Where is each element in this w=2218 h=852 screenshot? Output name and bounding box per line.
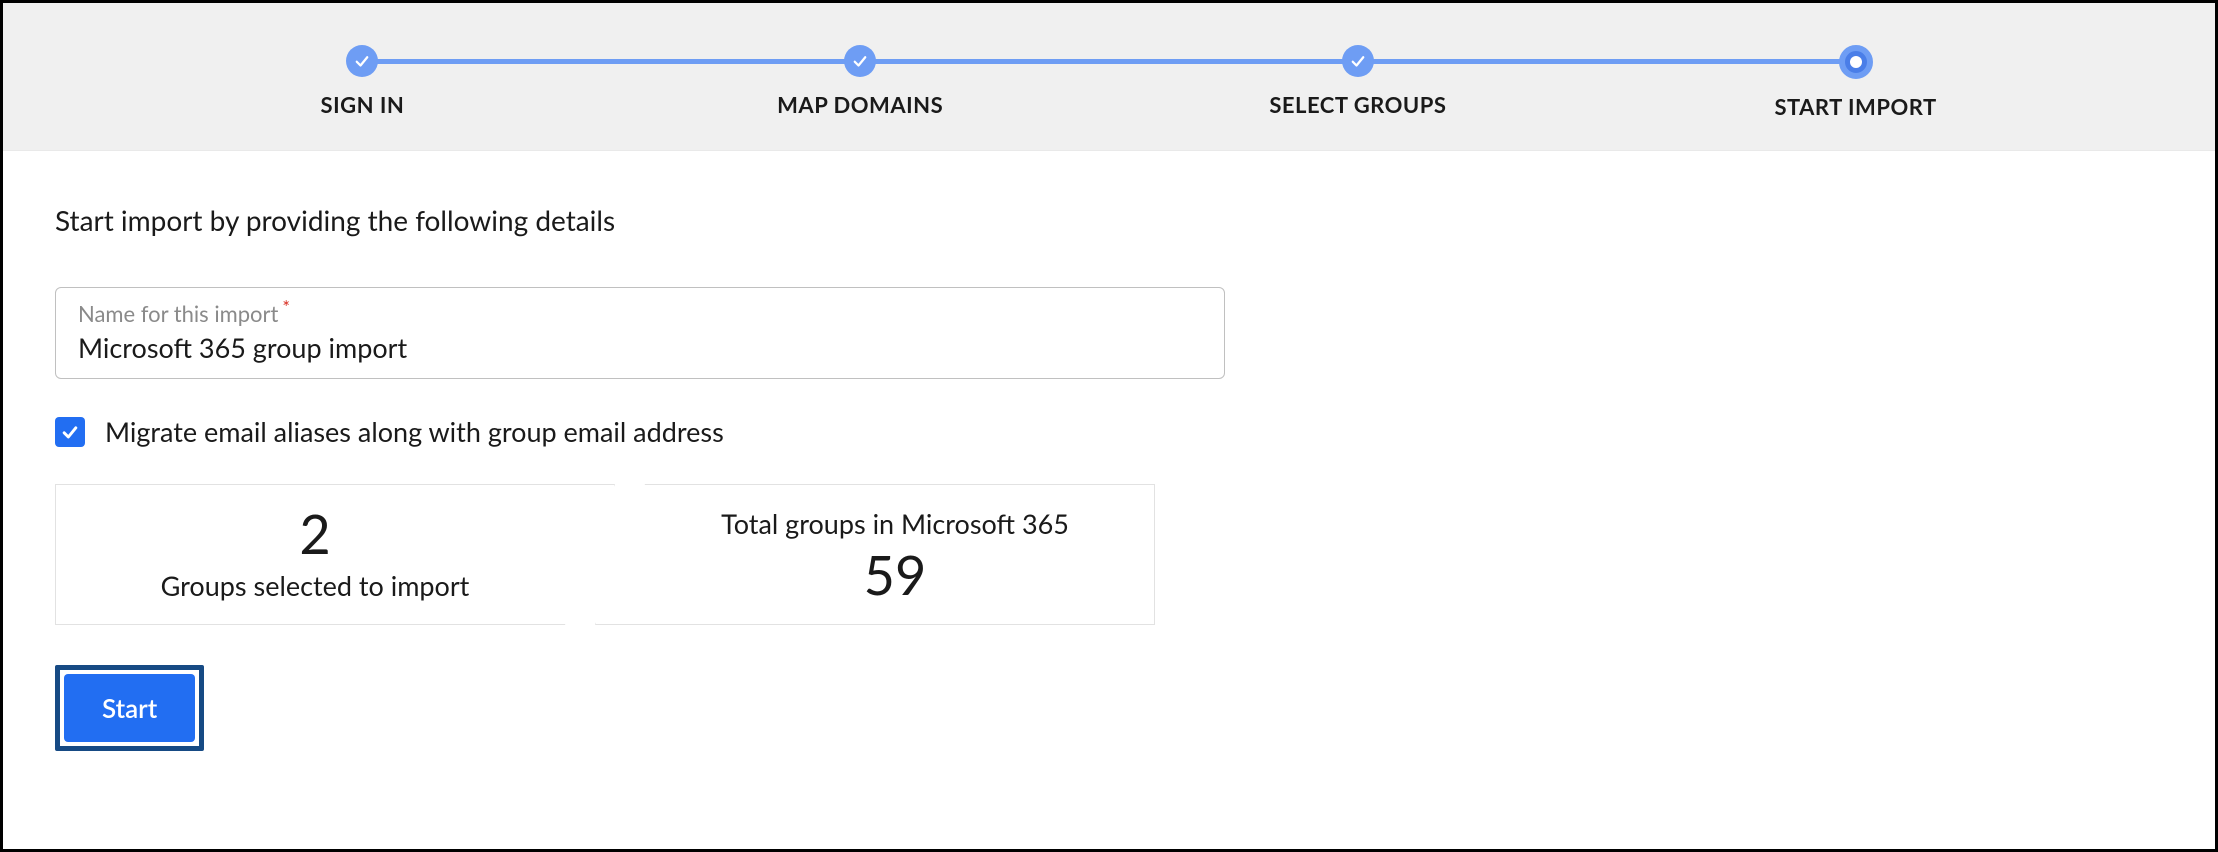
total-groups-label: Total groups in Microsoft 365 bbox=[721, 507, 1069, 540]
migrate-aliases-label: Migrate email aliases along with group e… bbox=[105, 415, 724, 448]
selected-groups-card: 2 Groups selected to import bbox=[55, 484, 615, 625]
stepper-inner: SIGN IN MAP DOMAINS SELECT GROUPS START … bbox=[114, 45, 2105, 120]
import-name-label: Name for this import * bbox=[78, 300, 1202, 327]
check-icon bbox=[60, 422, 80, 442]
required-asterisk: * bbox=[282, 300, 290, 314]
step-map-domains[interactable]: MAP DOMAINS bbox=[611, 45, 1109, 118]
import-wizard-window: SIGN IN MAP DOMAINS SELECT GROUPS START … bbox=[0, 0, 2218, 852]
start-button[interactable]: Start bbox=[64, 674, 195, 742]
step-label: START IMPORT bbox=[1774, 93, 1936, 120]
instruction-text: Start import by providing the following … bbox=[55, 203, 2163, 237]
step-label: SELECT GROUPS bbox=[1269, 91, 1446, 118]
check-circle-icon bbox=[346, 45, 378, 77]
start-button-highlight: Start bbox=[55, 665, 204, 751]
step-label: SIGN IN bbox=[321, 91, 405, 118]
migrate-aliases-checkbox[interactable] bbox=[55, 417, 85, 447]
wizard-content: Start import by providing the following … bbox=[3, 151, 2215, 791]
wizard-stepper: SIGN IN MAP DOMAINS SELECT GROUPS START … bbox=[3, 3, 2215, 151]
import-name-field-wrap[interactable]: Name for this import * bbox=[55, 287, 1225, 379]
selected-groups-label: Groups selected to import bbox=[161, 569, 470, 602]
step-label: MAP DOMAINS bbox=[777, 91, 943, 118]
step-select-groups[interactable]: SELECT GROUPS bbox=[1109, 45, 1607, 118]
migrate-aliases-row: Migrate email aliases along with group e… bbox=[55, 415, 2163, 448]
total-groups-count: 59 bbox=[864, 548, 927, 602]
summary-cards: 2 Groups selected to import Total groups… bbox=[55, 484, 2163, 625]
total-groups-card: Total groups in Microsoft 365 59 bbox=[595, 484, 1155, 625]
step-start-import[interactable]: START IMPORT bbox=[1607, 45, 2105, 120]
check-circle-icon bbox=[1342, 45, 1374, 77]
check-circle-icon bbox=[844, 45, 876, 77]
step-sign-in[interactable]: SIGN IN bbox=[114, 45, 612, 118]
current-step-icon bbox=[1839, 45, 1873, 79]
selected-groups-count: 2 bbox=[299, 507, 330, 561]
import-name-label-text: Name for this import bbox=[78, 300, 278, 327]
import-name-input[interactable] bbox=[78, 331, 1202, 364]
